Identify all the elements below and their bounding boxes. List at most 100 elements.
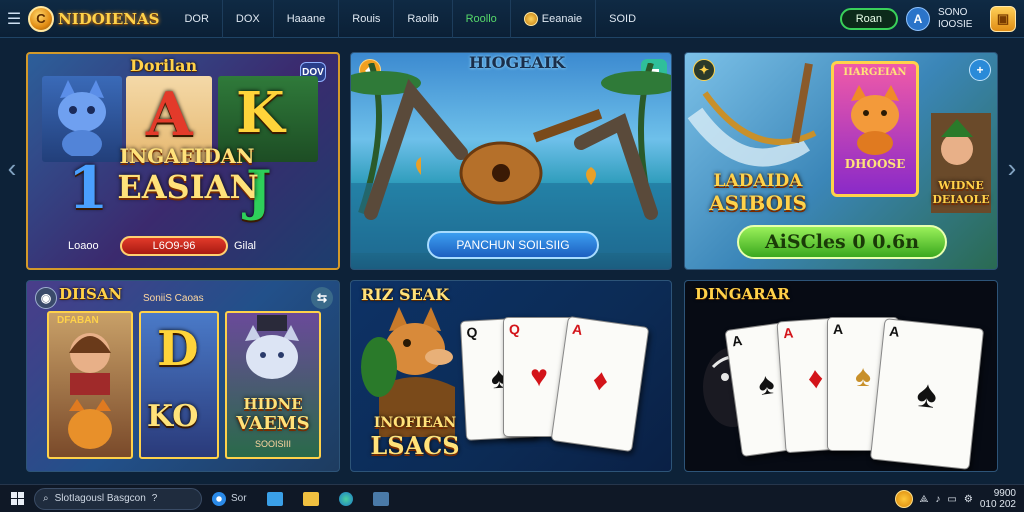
taskbar-search-box[interactable]: ⌕ SlotIagousl Basgcon ? [34,487,202,510]
tray-network-icon[interactable]: ⟁ [920,494,929,505]
nav-item-5[interactable]: Raolib [394,0,453,38]
nav-item-3[interactable]: Haaane [274,0,340,38]
game-card-2[interactable]: ◆ HIOGEAIK ▬ PANCHUN SOILSIIG [350,52,672,270]
taskbar-app-browser-label: Sor [231,493,247,504]
window-icon [266,491,283,506]
top-navigation-bar: ☰ C NIDOIENAS DOR DOX Haaane Rouis Raoli… [0,0,1024,38]
card-4-bottom-text: SOOISIII [254,439,291,449]
game-card-3[interactable]: ✦ + IIARGEIAN DHOOSE LADAIDA ASIBOIS WID… [684,52,998,270]
card-4-label-left: DFABAN [57,315,99,326]
login-button[interactable]: Roan [839,8,898,30]
playing-card-7-rank: A [888,322,901,340]
card-5-tag: RIZ SEAK [361,285,450,304]
system-tray: ⟁ ♪ ▭ ⚙ 9900 010 202 [894,485,1016,512]
playing-card-1-rank: Q [466,324,478,341]
playing-card-7[interactable]: A ♠ [869,318,985,470]
card-4-left-badge-icon[interactable]: ◉ [35,287,57,309]
balance-line-2: IOOSIE [938,19,973,30]
card-4-tag: DIISAN [59,285,123,303]
game-card-4[interactable]: ◉ DIISAN SoniiS Caoas ⇆ D KO DFABAN HIDN… [26,280,340,472]
taskbar-app-generic[interactable] [363,485,399,512]
nav-item-2[interactable]: DOX [223,0,274,38]
windows-start-icon[interactable] [0,485,34,512]
taskbar-search-text: SlotIagousl Basgcon [54,493,146,504]
taskbar-app-window[interactable] [257,485,293,512]
card-4-hidne: HIDNE [243,395,303,413]
card-3-cta-button[interactable]: AiSCles 0 0.6n [737,225,947,259]
card-3-right-line-2: DEIAOLE [932,193,990,206]
card-4-ko: KO [147,399,199,434]
nav-item-6-active[interactable]: Roollo [453,0,511,38]
card-4-vaems: VAEMS [236,413,310,434]
avatar[interactable]: A [906,7,930,31]
nav-item-7[interactable]: Eeanaie [511,0,597,38]
card-1-label-right: Gilal [234,240,257,252]
nav-item-8[interactable]: SOID [596,0,649,38]
taskbar-search-extra: ? [151,493,158,504]
tray-volume-icon[interactable]: ♪ [935,494,940,505]
playing-card-4-rank: A [730,332,744,350]
card-3-right-line-1: WIDNE [938,179,984,192]
game-card-5[interactable]: RIZ SEAK INOFIEAN LSACS Q ♠ Q ♥ A ♦ [350,280,672,472]
playing-card-3-rank: A [571,320,584,338]
nav-item-1[interactable]: DOR [171,0,223,38]
card-1-play-pill[interactable]: L6O9-96 [120,236,228,256]
folder-icon [302,491,319,506]
card-1-title-line-1: INGAFIDAN [119,144,255,168]
os-taskbar: ⌕ SlotIagousl Basgcon ? Sor ⟁ ♪ ▭ ⚙ 9900… [0,484,1024,512]
carousel-right-arrow-icon[interactable]: › [1004,150,1020,186]
balance-line-1: SONO [938,7,968,18]
nav-item-7-label: Eeanaie [541,12,583,25]
main-nav: DOR DOX Haaane Rouis Raolib Roollo Eeana… [171,0,649,38]
orange-cat-icon [851,85,899,155]
card-1-label-left: Loaoo [68,240,99,252]
playing-card-6-rank: A [833,321,844,337]
edge-icon [338,491,353,506]
letter-a: A [146,80,193,150]
coin-icon [523,11,538,26]
game-card-6[interactable]: DINGARAR A ♠ A ♦ A ♠ A ♠ [684,280,998,472]
card-3-poster-subtitle: DHOOSE [844,157,906,171]
card-1-tag: Dorilan [130,56,198,75]
card-6-tag: DINGARAR [695,285,790,303]
search-icon: ⌕ [43,493,49,504]
letter-k: K [236,80,285,146]
header-account-area: Roan A SONO IOOSIE ▣ [839,0,1024,38]
tray-coin-icon[interactable] [894,490,913,508]
tray-battery-icon[interactable]: ▭ [947,494,956,505]
card-2-cta-button[interactable]: PANCHUN SOILSIIG [427,231,599,259]
taskbar-app-browser[interactable]: Sor [202,485,257,512]
playing-card-3[interactable]: A ♦ [550,315,650,453]
card-4-share-icon[interactable]: ⇆ [311,287,333,309]
clock-date: 010 202 [979,499,1016,510]
card-4-white-cat-icon [245,315,299,379]
playing-card-7-suit: ♠ [914,373,940,417]
logo-text: NIDOIENAS [58,9,160,28]
card-1-title-line-2: EASIAN [117,168,259,206]
playing-card-2-rank: Q [509,321,520,337]
card-3-label-line-2: ASIBOIS [709,191,807,215]
taskbar-clock[interactable]: 9900 010 202 [980,488,1016,510]
card-3-poster-title: IIARGEIAN [843,67,907,78]
carousel-left-arrow-icon[interactable]: ‹ [4,150,20,186]
playing-card-3-suit: ♦ [590,363,611,398]
site-logo[interactable]: C NIDOIENAS [28,0,171,38]
game-card-1[interactable]: Dorilan DOV A K 1 J INGAFIDAN EASIAN Loa… [26,52,340,270]
app-icon [372,491,389,506]
tray-settings-icon[interactable]: ⚙ [964,494,973,505]
card-3-label-line-1: LADAIDA [713,171,803,191]
character-portraits [68,333,112,449]
nav-item-4[interactable]: Rouis [339,0,395,38]
card-5-title-line-1: INOFIEAN [373,415,457,431]
clock-time: 9900 [993,488,1016,499]
card-5-title-line-2: LSACS [370,431,460,460]
card-4-letter-d: D [157,321,199,377]
taskbar-app-folder[interactable] [293,485,329,512]
balance-display: SONO IOOSIE [938,7,982,31]
taskbar-app-edge[interactable] [329,485,363,512]
playing-card-5-rank: A [782,324,794,342]
wallet-icon[interactable]: ▣ [990,6,1016,32]
logo-badge-icon: C [28,5,54,32]
card-4-top-text: SoniiS Caoas [143,293,204,304]
hamburger-menu-icon[interactable]: ☰ [0,0,28,38]
